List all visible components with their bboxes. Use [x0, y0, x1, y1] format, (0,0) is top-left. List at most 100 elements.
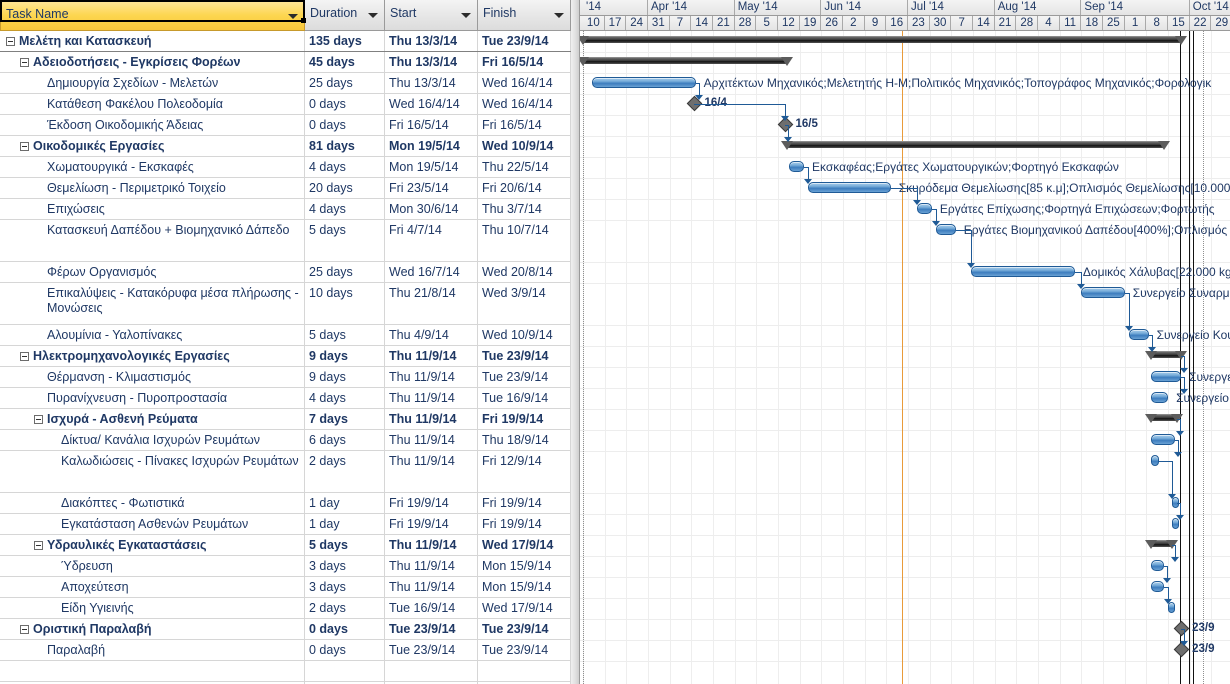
- cell-start[interactable]: Fri 19/9/14: [385, 514, 478, 534]
- cell-finish[interactable]: Thu 18/9/14: [478, 430, 571, 450]
- cell-finish[interactable]: Tue 23/9/14: [478, 346, 571, 366]
- cell-task-name[interactable]: Ύδρευση: [0, 556, 305, 576]
- cell-start[interactable]: Thu 11/9/14: [385, 346, 478, 366]
- table-row[interactable]: Χωματουργικά - Εκσκαφές 4 days Mon 19/5/14…: [0, 157, 571, 178]
- cell-task-name[interactable]: Εγκατάσταση Ασθενών Ρευμάτων: [0, 514, 305, 534]
- cell-start[interactable]: Thu 11/9/14: [385, 577, 478, 597]
- gantt-summary-bar[interactable]: [583, 57, 787, 64]
- cell-task-name[interactable]: Είδη Υγιεινής: [0, 598, 305, 618]
- collapse-expand-icon[interactable]: [20, 142, 29, 151]
- cell-finish[interactable]: Fri 19/9/14: [478, 409, 571, 429]
- cell-start[interactable]: Thu 11/9/14: [385, 535, 478, 555]
- cell-duration[interactable]: 135 days: [305, 31, 385, 51]
- gantt-task-bar[interactable]: [788, 161, 805, 172]
- table-row[interactable]: Διακόπτες - Φωτιστικά 1 day Fri 19/9/14 Fri…: [0, 493, 571, 514]
- cell-start[interactable]: Thu 21/8/14: [385, 283, 478, 324]
- cell-finish[interactable]: Mon 15/9/14: [478, 577, 571, 597]
- cell-start[interactable]: Fri 16/5/14: [385, 115, 478, 135]
- table-row-empty[interactable]: [0, 661, 571, 682]
- table-row[interactable]: Θέρμανση - Κλιμαστισμός 9 days Thu 11/9/14…: [0, 367, 571, 388]
- cell-duration[interactable]: 5 days: [305, 220, 385, 261]
- chevron-down-icon[interactable]: [461, 13, 471, 18]
- cell-finish[interactable]: Fri 16/5/14: [478, 52, 571, 72]
- cell-finish[interactable]: Tue 23/9/14: [478, 367, 571, 387]
- task-rows[interactable]: Μελέτη και Κατασκευή 135 days Thu 13/3/14 T…: [0, 31, 571, 684]
- cell-finish[interactable]: Fri 16/5/14: [478, 115, 571, 135]
- chevron-down-icon[interactable]: [288, 14, 298, 19]
- cell-start[interactable]: Thu 11/9/14: [385, 367, 478, 387]
- table-row[interactable]: Δημιουργία Σχεδίων - Μελετών 25 days Thu 1…: [0, 73, 571, 94]
- cell-task-name[interactable]: Επιχώσεις: [0, 199, 305, 219]
- collapse-expand-icon[interactable]: [6, 37, 15, 46]
- cell-task-name[interactable]: Κατάθεση Φακέλου Πολεοδομία: [0, 94, 305, 114]
- cell-task-name[interactable]: Θεμελίωση - Περιμετρικό Τοιχείο: [0, 178, 305, 198]
- table-row[interactable]: Ισχυρά - Ασθενή Ρεύματα 7 days Thu 11/9/14…: [0, 409, 571, 430]
- cell-finish[interactable]: Wed 10/9/14: [478, 325, 571, 345]
- cell-task-name[interactable]: Αλουμίνια - Υαλοπίνακες: [0, 325, 305, 345]
- table-row[interactable]: Φέρων Οργανισμός 25 days Wed 16/7/14 Wed 20…: [0, 262, 571, 283]
- collapse-expand-icon[interactable]: [20, 625, 29, 634]
- cell-task-name[interactable]: Υδραυλικές Εγκαταστάσεις: [0, 535, 305, 555]
- collapse-expand-icon[interactable]: [34, 415, 43, 424]
- cell-duration[interactable]: 0 days: [305, 94, 385, 114]
- cell-finish[interactable]: Tue 23/9/14: [478, 640, 571, 660]
- pane-splitter[interactable]: [571, 0, 580, 684]
- collapse-expand-icon[interactable]: [20, 352, 29, 361]
- cell-duration[interactable]: 4 days: [305, 388, 385, 408]
- table-row[interactable]: Θεμελίωση - Περιμετρικό Τοιχείο 20 days Fr…: [0, 178, 571, 199]
- table-row[interactable]: Αλουμίνια - Υαλοπίνακες 5 days Thu 4/9/14 W…: [0, 325, 571, 346]
- column-header-task-name[interactable]: Task Name: [0, 0, 305, 31]
- cell-start[interactable]: Wed 16/7/14: [385, 262, 478, 282]
- cell-start[interactable]: Tue 16/9/14: [385, 598, 478, 618]
- cell-task-name[interactable]: Δίκτυα/ Κανάλια Ισχυρών Ρευμάτων: [0, 430, 305, 450]
- table-row[interactable]: Δίκτυα/ Κανάλια Ισχυρών Ρευμάτων 6 days Th…: [0, 430, 571, 451]
- cell-duration[interactable]: 81 days: [305, 136, 385, 156]
- cell-task-name[interactable]: Δημιουργία Σχεδίων - Μελετών: [0, 73, 305, 93]
- cell-start[interactable]: Thu 11/9/14: [385, 409, 478, 429]
- cell-task-name[interactable]: Φέρων Οργανισμός: [0, 262, 305, 282]
- cell-finish[interactable]: Wed 17/9/14: [478, 598, 571, 618]
- cell-duration[interactable]: 7 days: [305, 409, 385, 429]
- cell-start[interactable]: Thu 11/9/14: [385, 388, 478, 408]
- gantt-summary-bar[interactable]: [786, 141, 1164, 148]
- cell-duration[interactable]: 2 days: [305, 598, 385, 618]
- column-header-duration[interactable]: Duration: [305, 0, 385, 31]
- cell-duration[interactable]: 4 days: [305, 199, 385, 219]
- cell-task-name[interactable]: Χωματουργικά - Εκσκαφές: [0, 157, 305, 177]
- gantt-task-bar[interactable]: [1150, 560, 1164, 571]
- table-row[interactable]: Αδειοδοτήσεις - Εγκρίσεις Φορέων 45 days T…: [0, 52, 571, 73]
- cell-finish[interactable]: Wed 20/8/14: [478, 262, 571, 282]
- cell-start[interactable]: Mon 30/6/14: [385, 199, 478, 219]
- gantt-task-bar[interactable]: [1150, 455, 1160, 466]
- cell-task-name[interactable]: Καλωδιώσεις - Πίνακες Ισχυρών Ρευμάτων: [0, 451, 305, 492]
- cell-start[interactable]: Fri 19/9/14: [385, 493, 478, 513]
- cell-task-name[interactable]: Θέρμανση - Κλιμαστισμός: [0, 367, 305, 387]
- cell-duration[interactable]: 6 days: [305, 430, 385, 450]
- cell-start[interactable]: Thu 13/3/14: [385, 73, 478, 93]
- gantt-task-bar[interactable]: [970, 266, 1075, 277]
- cell-duration[interactable]: 5 days: [305, 535, 385, 555]
- cell-duration[interactable]: 1 day: [305, 514, 385, 534]
- cell-duration[interactable]: 25 days: [305, 73, 385, 93]
- cell-start[interactable]: Thu 11/9/14: [385, 430, 478, 450]
- cell-duration[interactable]: 4 days: [305, 157, 385, 177]
- cell-finish[interactable]: Wed 16/4/14: [478, 94, 571, 114]
- table-row[interactable]: Πυρανίχνευση - Πυροπροστασία 4 days Thu 11…: [0, 388, 571, 409]
- table-row[interactable]: Κατάθεση Φακέλου Πολεοδομία 0 days Wed 16/…: [0, 94, 571, 115]
- cell-task-name[interactable]: Επικαλύψεις - Κατακόρυφα μέσα πλήρωσης -…: [0, 283, 305, 324]
- cell-start[interactable]: Thu 13/3/14: [385, 52, 478, 72]
- column-header-start[interactable]: Start: [385, 0, 478, 31]
- cell-task-name[interactable]: Ηλεκτρομηχανολογικές Εργασίες: [0, 346, 305, 366]
- table-row[interactable]: Είδη Υγιεινής 2 days Tue 16/9/14 Wed 17/9/1…: [0, 598, 571, 619]
- cell-finish[interactable]: Fri 12/9/14: [478, 451, 571, 492]
- cell-task-name[interactable]: Οριστική Παραλαβή: [0, 619, 305, 639]
- cell-start[interactable]: Mon 19/5/14: [385, 157, 478, 177]
- cell-duration[interactable]: 45 days: [305, 52, 385, 72]
- cell-duration[interactable]: 20 days: [305, 178, 385, 198]
- cell-duration[interactable]: 3 days: [305, 577, 385, 597]
- gantt-task-bar[interactable]: [808, 182, 891, 193]
- cell-finish[interactable]: Fri 20/6/14: [478, 178, 571, 198]
- table-row[interactable]: Μελέτη και Κατασκευή 135 days Thu 13/3/14 T…: [0, 31, 571, 52]
- cell-duration[interactable]: 0 days: [305, 640, 385, 660]
- cell-start[interactable]: Thu 11/9/14: [385, 556, 478, 576]
